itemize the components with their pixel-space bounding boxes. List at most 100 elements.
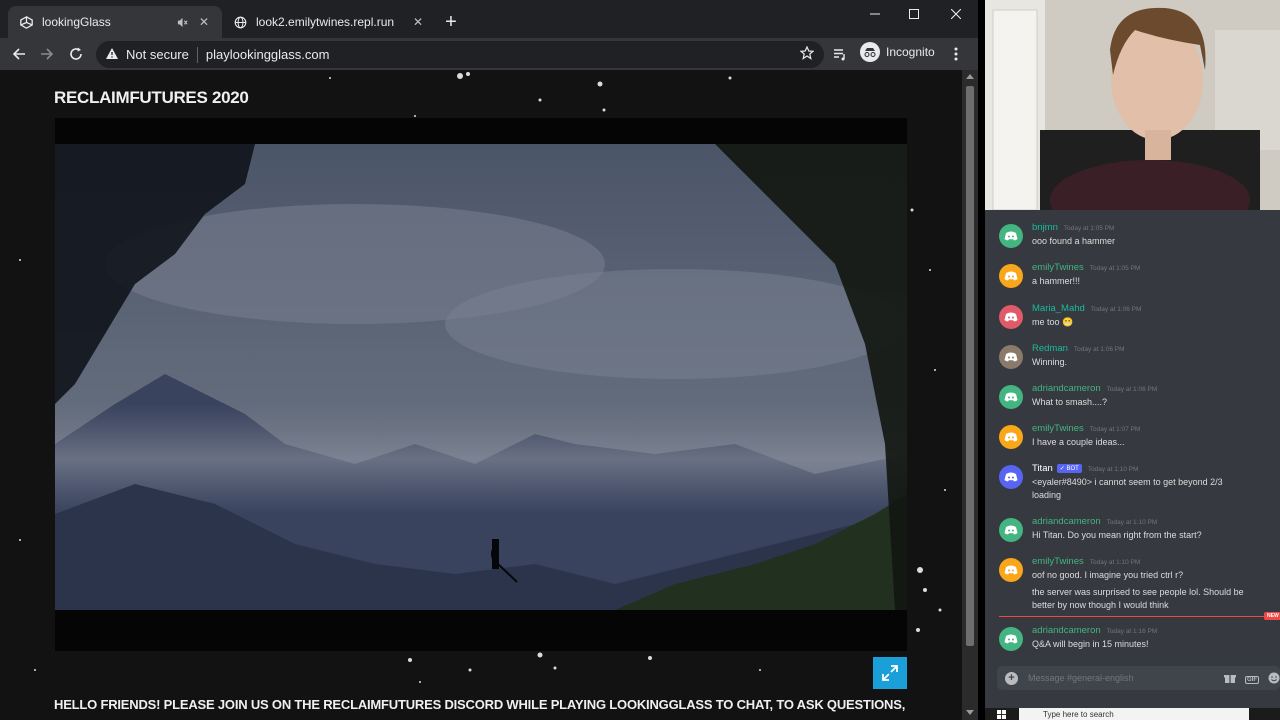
message-text: What to smash....? <box>1032 397 1108 407</box>
message-text: me too 😬 <box>1032 317 1074 327</box>
game-canvas[interactable] <box>55 118 907 651</box>
address-divider <box>196 46 198 63</box>
discord-logo-icon <box>1004 525 1018 535</box>
back-arrow-icon[interactable] <box>9 44 29 64</box>
taskbar-search[interactable]: Type here to search <box>1019 708 1249 720</box>
message-timestamp: Today at 1:16 PM <box>1106 628 1158 635</box>
close-tab-icon[interactable]: ✕ <box>196 14 212 30</box>
message-author[interactable]: adriandcameron <box>1032 516 1101 527</box>
fullscreen-button[interactable] <box>873 657 907 689</box>
incognito-profile[interactable]: Incognito <box>860 42 935 62</box>
page-title: RECLAIMFUTURES 2020 <box>54 88 249 107</box>
tab-look2[interactable]: look2.emilytwines.repl.run ✕ <box>222 6 436 38</box>
message-text: Winning. <box>1032 357 1068 367</box>
new-messages-tag: NEW <box>1264 612 1280 620</box>
user-avatar[interactable] <box>999 345 1023 369</box>
user-avatar[interactable] <box>999 305 1023 329</box>
message-author[interactable]: adriandcameron <box>1032 625 1101 636</box>
discord-announcement: HELLO FRIENDS! PLEASE JOIN US ON THE REC… <box>54 697 906 712</box>
message-text: <eyaler#8490> i cannot seem to get beyon… <box>1032 477 1223 487</box>
message-header: adriandcameron Today at 1:16 PM <box>1032 625 1157 636</box>
more-menu-icon[interactable] <box>946 44 966 64</box>
close-window-icon[interactable] <box>944 4 968 24</box>
message-timestamp: Today at 1:07 PM <box>1089 426 1141 433</box>
message-author[interactable]: Titan <box>1032 463 1053 474</box>
message-placeholder: Message #general-english <box>1028 673 1134 683</box>
discord-logo-icon <box>1004 352 1018 362</box>
speaker-muted-icon[interactable] <box>174 14 190 30</box>
user-avatar[interactable] <box>999 385 1023 409</box>
message-text: the server was surprised to see people l… <box>1032 587 1244 597</box>
minimize-icon[interactable] <box>863 4 887 24</box>
user-avatar[interactable] <box>999 465 1023 489</box>
scroll-up-arrow-icon[interactable] <box>966 74 974 79</box>
discord-logo-icon <box>1004 472 1018 482</box>
new-messages-divider <box>999 616 1280 617</box>
bot-badge: ✓ BOT <box>1056 464 1082 473</box>
user-avatar[interactable] <box>999 224 1023 248</box>
user-avatar[interactable] <box>999 264 1023 288</box>
browser-toolbar: Not secure playlookingglass.com Incognit… <box>0 38 978 70</box>
discord-logo-icon <box>1004 565 1018 575</box>
message-timestamp: Today at 1:10 PM <box>1087 466 1139 473</box>
message-author[interactable]: Redman <box>1032 343 1068 354</box>
message-author[interactable]: adriandcameron <box>1032 383 1101 394</box>
emoji-icon[interactable] <box>1268 671 1280 689</box>
discord-logo-icon <box>1004 271 1018 281</box>
message-header: emilyTwines Today at 1:05 PM <box>1032 262 1140 273</box>
gift-icon[interactable] <box>1224 671 1236 689</box>
message-text: better by now though I would think <box>1032 600 1169 610</box>
forward-arrow-icon[interactable] <box>37 44 57 64</box>
security-status[interactable]: Not secure <box>126 47 189 62</box>
close-tab-icon[interactable]: ✕ <box>410 14 426 30</box>
webcam-person-image <box>985 0 1280 210</box>
page-scrollbar[interactable] <box>962 70 978 720</box>
incognito-icon <box>860 42 880 62</box>
windows-logo-icon[interactable] <box>997 710 1006 719</box>
address-bar[interactable]: Not secure playlookingglass.com <box>96 41 824 68</box>
message-text: Hi Titan. Do you mean right from the sta… <box>1032 530 1202 540</box>
discord-logo-icon <box>1004 312 1018 322</box>
tab-lookingglass[interactable]: lookingGlass ✕ <box>8 6 222 38</box>
user-avatar[interactable] <box>999 558 1023 582</box>
media-queue-icon[interactable] <box>830 44 850 64</box>
web-page: RECLAIMFUTURES 2020 HELLO FRIENDS! PLEAS… <box>0 70 962 720</box>
reload-icon[interactable] <box>66 44 86 64</box>
globe-icon <box>232 14 248 30</box>
message-header: Redman Today at 1:06 PM <box>1032 343 1125 354</box>
message-author[interactable]: Maria_Mahd <box>1032 303 1085 314</box>
message-input[interactable]: + Message #general-english GIF <box>997 666 1280 690</box>
windows-taskbar: Type here to search <box>985 708 1280 720</box>
gif-icon[interactable]: GIF <box>1245 676 1259 684</box>
message-author[interactable]: bnjmn <box>1032 222 1058 233</box>
taskbar-search-placeholder: Type here to search <box>1043 710 1114 719</box>
message-timestamp: Today at 1:10 PM <box>1106 519 1158 526</box>
message-author[interactable]: emilyTwines <box>1032 262 1084 273</box>
user-avatar[interactable] <box>999 425 1023 449</box>
message-header: adriandcameron Today at 1:10 PM <box>1032 516 1157 527</box>
scroll-down-arrow-icon[interactable] <box>966 710 974 715</box>
new-tab-button[interactable]: + <box>440 12 462 34</box>
maximize-icon[interactable] <box>902 4 926 24</box>
browser-window: lookingGlass ✕ look2.emilytwines.repl.ru… <box>0 0 978 720</box>
tab-title: lookingGlass <box>42 15 111 29</box>
message-author[interactable]: emilyTwines <box>1032 556 1084 567</box>
url-text[interactable]: playlookingglass.com <box>206 47 330 62</box>
bookmark-star-icon[interactable] <box>799 45 815 63</box>
message-timestamp: Today at 1:06 PM <box>1073 346 1125 353</box>
user-avatar[interactable] <box>999 518 1023 542</box>
warning-triangle-icon <box>106 47 118 62</box>
message-text: I have a couple ideas... <box>1032 437 1125 447</box>
discord-logo-icon <box>1004 231 1018 241</box>
message-author[interactable]: emilyTwines <box>1032 423 1084 434</box>
message-text: loading <box>1032 490 1062 500</box>
message-timestamp: Today at 1:10 PM <box>1089 559 1141 566</box>
message-timestamp: Today at 1:05 PM <box>1089 265 1141 272</box>
message-text: oof no good. I imagine you tried ctrl r? <box>1032 570 1184 580</box>
tab-strip: lookingGlass ✕ look2.emilytwines.repl.ru… <box>0 0 978 38</box>
user-avatar[interactable] <box>999 627 1023 651</box>
message-header: Maria_Mahd Today at 1:06 PM <box>1032 303 1141 314</box>
add-attachment-icon[interactable]: + <box>1005 671 1018 685</box>
message-header: adriandcameron Today at 1:06 PM <box>1032 383 1157 394</box>
scrollbar-thumb[interactable] <box>966 86 974 646</box>
